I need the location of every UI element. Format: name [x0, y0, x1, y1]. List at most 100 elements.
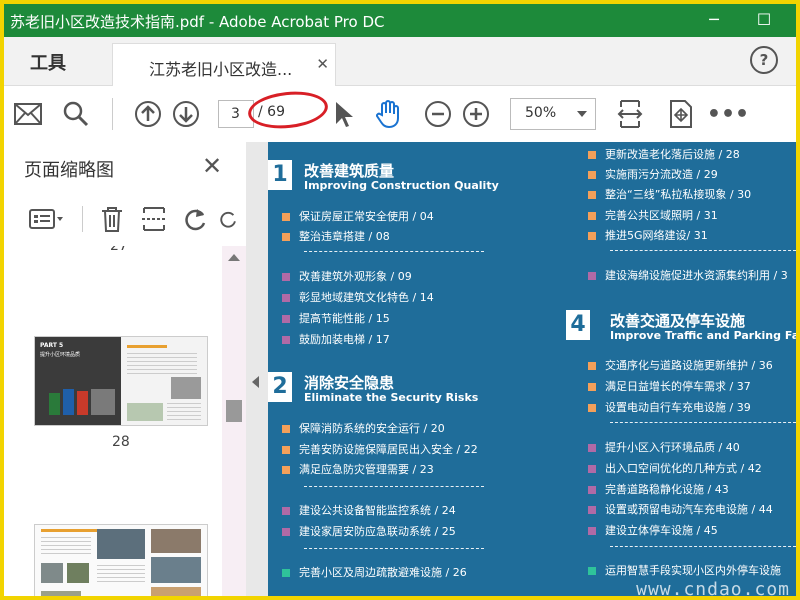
scroll-thumb[interactable] [226, 400, 242, 422]
more-options-icon[interactable]: ••• [707, 98, 749, 130]
thumbnail-text-block [41, 537, 91, 557]
toc-item[interactable]: 更新改造老化落后设施 / 28 [588, 146, 740, 162]
scroll-up-icon[interactable] [228, 254, 240, 261]
email-icon[interactable] [12, 98, 44, 130]
toc-item[interactable]: 建设立体停车设施 / 45 [588, 522, 718, 538]
section-title-en: Improving Construction Quality [304, 179, 499, 192]
toc-item[interactable]: 交通序化与道路设施更新维护 / 36 [588, 357, 773, 373]
dashed-divider [304, 486, 484, 487]
toc-item[interactable]: 运用智慧手段实现小区内外停车设施 [588, 562, 781, 578]
bullet-square [282, 507, 290, 515]
toc-item[interactable]: 保障消防系统的安全运行 / 20 [282, 420, 445, 436]
toc-item[interactable]: 提升小区入行环境品质 / 40 [588, 439, 740, 455]
trash-icon[interactable] [96, 204, 128, 234]
tab-bar: 工具 江苏老旧小区改造... ✕ ? [4, 37, 796, 86]
bullet-square [282, 446, 290, 454]
thumbnail-photo-7 [151, 587, 201, 596]
toc-item[interactable]: 推进5G网络建设/ 31 [588, 227, 708, 243]
previous-page-icon[interactable] [132, 98, 164, 130]
zoom-in-icon[interactable] [460, 98, 492, 130]
select-cursor-icon[interactable] [328, 98, 360, 130]
rotate-clockwise-icon[interactable] [218, 204, 238, 234]
rotate-icon[interactable] [180, 204, 212, 234]
section-title-en: Improve Traffic and Parking Facil [610, 329, 796, 342]
toc-item[interactable]: 整治违章搭建 / 08 [282, 228, 390, 244]
thumbnail-photo-small [171, 377, 201, 399]
bullet-square [588, 486, 596, 494]
toc-item[interactable]: 完善公共区域照明 / 31 [588, 207, 718, 223]
page-thumbnail-29[interactable] [34, 524, 208, 596]
section-title-en: Eliminate the Security Risks [304, 391, 479, 404]
thumbnail-photo-3 [97, 529, 145, 559]
zoom-out-icon[interactable] [422, 98, 454, 130]
section-number: 4 [566, 310, 590, 340]
toc-item[interactable]: 满足日益增长的停车需求 / 37 [588, 378, 751, 394]
toc-item[interactable]: 建设海绵设施促进水资源集约利用 / 3 [588, 267, 788, 283]
toc-item[interactable]: 保证房屋正常安全使用 / 04 [282, 208, 434, 224]
help-icon[interactable]: ? [750, 46, 778, 74]
bullet-square [282, 315, 290, 323]
next-page-icon[interactable] [170, 98, 202, 130]
site-watermark: www.cndao.com [636, 579, 790, 600]
full-screen-icon[interactable] [664, 98, 696, 130]
toc-item[interactable]: 改善建筑外观形象 / 09 [282, 268, 412, 284]
section-title-cn: 改善建筑质量 [304, 162, 395, 180]
thumbnail-options-icon[interactable] [24, 204, 68, 234]
thumbnail-photo-bottom [127, 403, 163, 421]
toc-item[interactable]: 彰显地域建筑文化特色 / 14 [282, 289, 434, 305]
toc-item[interactable]: 设置或预留电动汽车充电设施 / 44 [588, 501, 773, 517]
zoom-value: 50% [525, 105, 557, 121]
thumbnail-heading: 提升小区环境品质 [40, 352, 81, 358]
toc-item[interactable]: 建设公共设备智能监控系统 / 24 [282, 502, 456, 518]
toolbar-divider [112, 98, 113, 130]
bullet-square [588, 567, 596, 575]
fit-page-icon[interactable] [614, 98, 646, 130]
maximize-button[interactable]: ☐ [744, 8, 784, 32]
thumbnail-scrollbar[interactable] [222, 246, 246, 596]
thumbnail-bin-blue [63, 389, 74, 415]
pdf-page: 1 改善建筑质量 Improving Construction Quality … [268, 142, 796, 600]
section-title-cn: 消除安全隐患 [304, 374, 395, 392]
chevron-down-icon [577, 111, 587, 117]
toc-item[interactable]: 鼓励加装电梯 / 17 [282, 331, 390, 347]
thumbnail-text-block [127, 353, 197, 375]
hand-tool-icon[interactable] [372, 98, 404, 130]
collapse-panel-icon[interactable] [252, 376, 259, 388]
toc-item[interactable]: 提高节能性能 / 15 [282, 310, 390, 326]
close-panel-icon[interactable]: ✕ [202, 152, 222, 180]
bullet-square [282, 528, 290, 536]
page-thumbnail-28[interactable]: PART 5 提升小区环境品质 [34, 336, 208, 426]
zoom-select[interactable]: 50% [510, 98, 596, 130]
thumbnail-photo-2 [67, 563, 89, 583]
close-tab-icon[interactable]: ✕ [316, 55, 329, 73]
minimize-button[interactable]: ─ [694, 8, 734, 32]
toc-item[interactable]: 建设家居安防应急联动系统 / 25 [282, 523, 456, 539]
toc-item[interactable]: 满足应急防灾管理需要 / 23 [282, 461, 434, 477]
dashed-divider [304, 548, 484, 549]
thumbnail-list[interactable]: 27 PART 5 提升小区环境品质 28 [4, 246, 222, 596]
tab-document[interactable]: 江苏老旧小区改造... ✕ [112, 43, 336, 86]
thumbnail-orange-bar [41, 529, 97, 532]
toc-item[interactable]: 出入口空间优化的几种方式 / 42 [588, 460, 762, 476]
insert-page-icon[interactable] [138, 204, 170, 234]
toc-item[interactable]: 设置电动自行车充电设施 / 39 [588, 399, 751, 415]
thumbnail-bin-green [49, 393, 60, 415]
toc-item[interactable]: 整治“三线”私拉私接现象 / 30 [588, 186, 751, 202]
title-bar: 苏老旧小区改造技术指南.pdf - Adobe Acrobat Pro DC ─… [4, 4, 796, 37]
document-view[interactable]: 1 改善建筑质量 Improving Construction Quality … [246, 142, 796, 600]
bullet-square [588, 232, 596, 240]
toc-item[interactable]: 完善道路稳静化设施 / 43 [588, 481, 729, 497]
search-icon[interactable] [60, 98, 92, 130]
thumbnail-photo-1 [41, 563, 63, 583]
bullet-square [282, 213, 290, 221]
tab-tools[interactable]: 工具 [30, 49, 66, 75]
toc-item[interactable]: 完善安防设施保障居民出入安全 / 22 [282, 441, 478, 457]
bullet-square [282, 569, 290, 577]
toc-item[interactable]: 完善小区及周边疏散避难设施 / 26 [282, 564, 467, 580]
toc-item[interactable]: 实施雨污分流改造 / 29 [588, 166, 718, 182]
bullet-square [588, 506, 596, 514]
bullet-square [588, 383, 596, 391]
section-number: 2 [268, 372, 292, 402]
thumbnail-photo-6 [41, 591, 81, 596]
thumbnail-photo-gray [91, 389, 115, 415]
